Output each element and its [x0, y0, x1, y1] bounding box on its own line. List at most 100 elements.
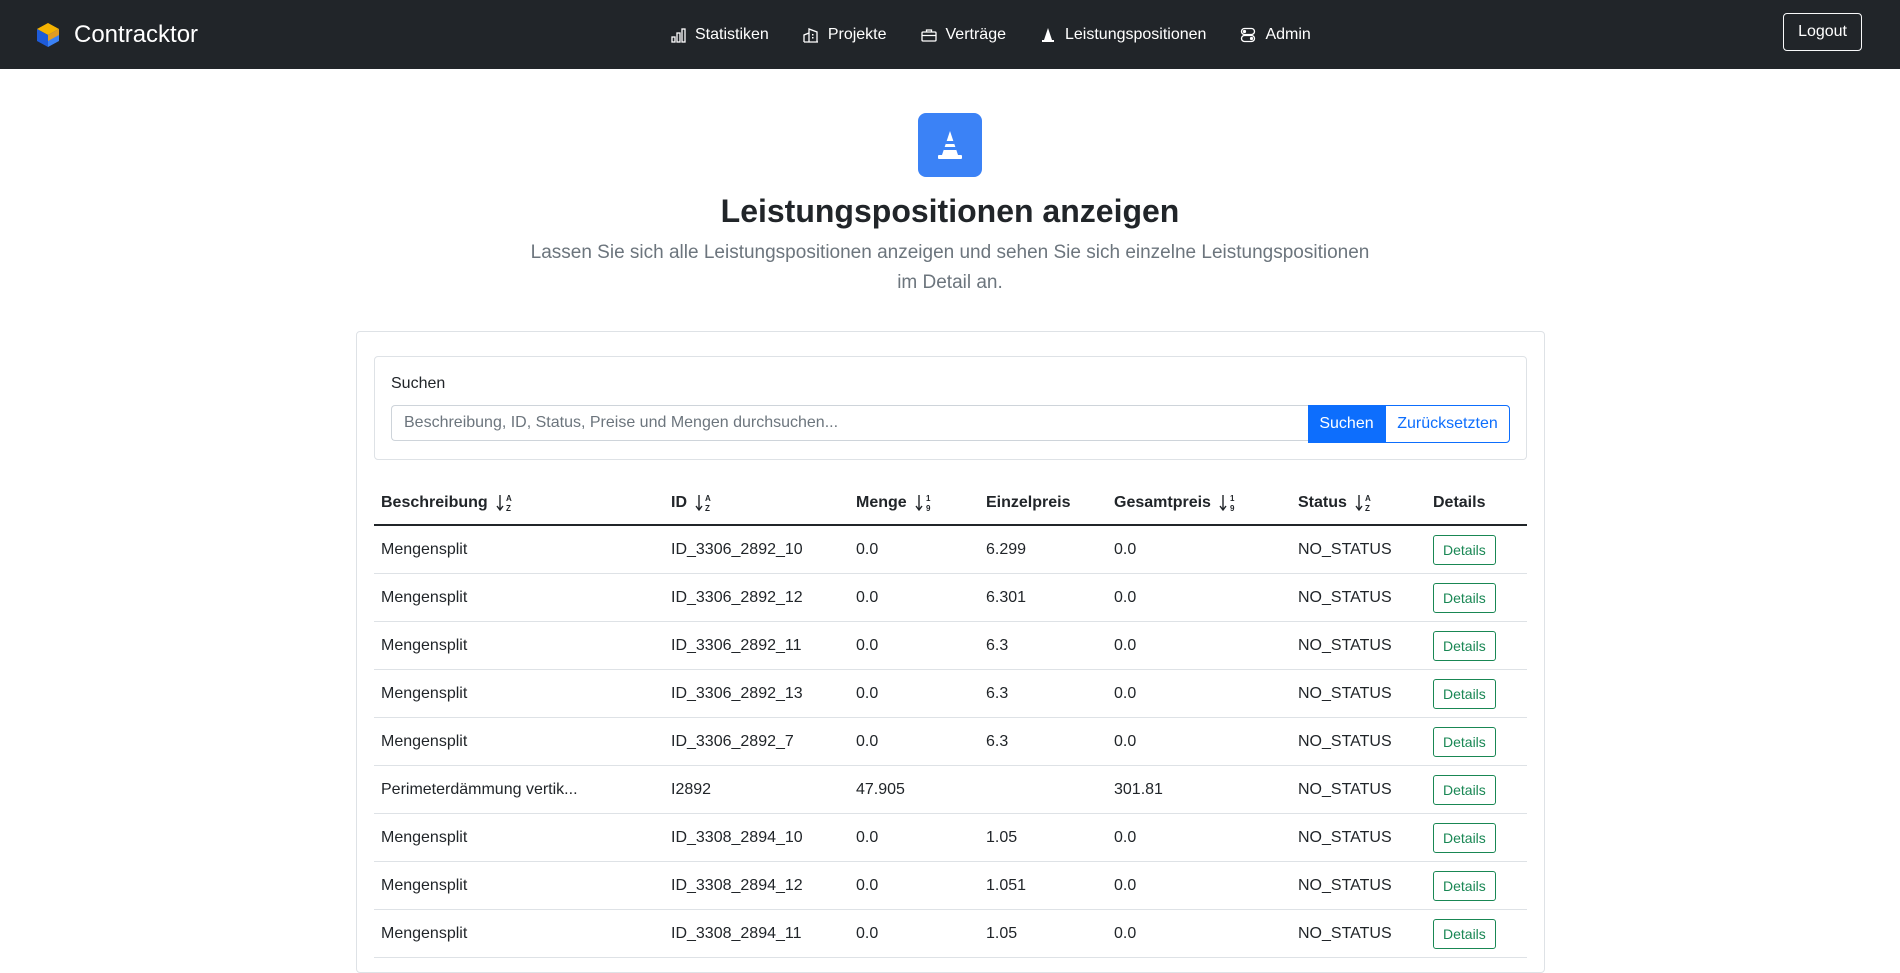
- cell-einzelpreis: 6.299: [979, 525, 1107, 574]
- details-button[interactable]: Details: [1433, 726, 1496, 757]
- nav-item-vertraege[interactable]: Verträge: [920, 25, 1006, 44]
- cell-id: ID_3308_2894_12: [664, 861, 849, 910]
- cell-menge: 0.0: [849, 525, 979, 574]
- details-button[interactable]: Details: [1433, 678, 1496, 709]
- svg-text:1: 1: [1230, 494, 1235, 503]
- brand-name: Contracktor: [74, 20, 199, 48]
- table-row: Mengensplit ID_3306_2892_7 0.0 6.3 0.0 NO_STA…: [374, 717, 1527, 766]
- table-row: Mengensplit ID_3306_2892_10 0.0 6.299 0.0 NO_…: [374, 525, 1527, 574]
- cell-id: ID_3306_2892_12: [664, 573, 849, 622]
- table-row: Perimeterdämmung vertik... I2892 47.905 301…: [374, 765, 1527, 814]
- cell-details: Details: [1426, 765, 1527, 814]
- top-navbar: Contracktor Statistiken Projekte Verträg…: [0, 0, 1900, 69]
- svg-text:A: A: [705, 494, 711, 503]
- cell-beschreibung: Mengensplit: [374, 573, 664, 622]
- reset-button[interactable]: Zurücksetzten: [1385, 405, 1510, 443]
- cell-beschreibung: Mengensplit: [374, 813, 664, 862]
- svg-text:A: A: [506, 494, 512, 503]
- cell-einzelpreis: 6.3: [979, 621, 1107, 670]
- details-button[interactable]: Details: [1433, 630, 1496, 661]
- table-row: Mengensplit ID_3308_2894_11 0.0 1.05 0.0 NO_S…: [374, 909, 1527, 958]
- details-button[interactable]: Details: [1433, 534, 1496, 565]
- cell-einzelpreis: 6.301: [979, 573, 1107, 622]
- cell-beschreibung: Mengensplit: [374, 909, 664, 958]
- sort-alpha-icon[interactable]: A Z: [1355, 493, 1373, 513]
- table-row: Mengensplit ID_3306_2892_11 0.0 6.3 0.0 NO_ST…: [374, 621, 1527, 670]
- nav-item-label: Projekte: [827, 25, 887, 43]
- cell-einzelpreis: 1.05: [979, 909, 1107, 958]
- cone-icon: [1042, 27, 1054, 42]
- cell-gesamtpreis: 0.0: [1107, 669, 1291, 718]
- header-gesamtpreis[interactable]: Gesamtpreis 1 9: [1107, 482, 1291, 526]
- cell-gesamtpreis: 0.0: [1107, 621, 1291, 670]
- svg-text:1: 1: [926, 494, 931, 503]
- table-row: Mengensplit ID_3308_2894_10 0.0 1.05 0.0 NO_S…: [374, 813, 1527, 862]
- cell-gesamtpreis: 0.0: [1107, 813, 1291, 862]
- cell-einzelpreis: 6.3: [979, 669, 1107, 718]
- cell-id: ID_3308_2894_11: [664, 909, 849, 958]
- cell-menge: 0.0: [849, 813, 979, 862]
- logo-icon: [37, 22, 59, 47]
- header-details: Details: [1426, 482, 1527, 526]
- cell-menge: 0.0: [849, 861, 979, 910]
- nav-item-admin[interactable]: Admin: [1240, 26, 1311, 44]
- details-button[interactable]: Details: [1433, 582, 1496, 613]
- sort-numeric-icon[interactable]: 1 9: [1219, 493, 1237, 513]
- cell-status: NO_STATUS: [1291, 669, 1426, 718]
- nav-item-label: Verträge: [945, 25, 1006, 43]
- cell-status: NO_STATUS: [1291, 717, 1426, 766]
- svg-text:9: 9: [1230, 504, 1235, 513]
- bar-chart-icon: [671, 27, 686, 43]
- details-button[interactable]: Details: [1433, 918, 1496, 949]
- nav-item-projekte[interactable]: Projekte: [803, 26, 887, 44]
- sort-alpha-icon[interactable]: A Z: [496, 493, 514, 513]
- cell-id: ID_3308_2894_10: [664, 813, 849, 862]
- table-header-row: Beschreibung A Z ID A Z Menge 1 9 Einzel…: [374, 482, 1527, 526]
- svg-text:Z: Z: [705, 504, 710, 513]
- cell-id: ID_3306_2892_11: [664, 621, 849, 670]
- header-einzelpreis: Einzelpreis: [979, 482, 1107, 526]
- header-status[interactable]: Status A Z: [1291, 482, 1426, 526]
- cell-beschreibung: Mengensplit: [374, 669, 664, 718]
- details-button[interactable]: Details: [1433, 870, 1496, 901]
- search-panel: Suchen Suchen Zurücksetzten: [374, 356, 1527, 460]
- cell-details: Details: [1426, 669, 1527, 718]
- cell-id: ID_3306_2892_7: [664, 717, 849, 766]
- cell-gesamtpreis: 301.81: [1107, 765, 1291, 814]
- cell-status: NO_STATUS: [1291, 813, 1426, 862]
- cell-gesamtpreis: 0.0: [1107, 573, 1291, 622]
- header-menge[interactable]: Menge 1 9: [849, 482, 979, 526]
- cell-menge: 0.0: [849, 573, 979, 622]
- cell-id: ID_3306_2892_10: [664, 525, 849, 574]
- sort-numeric-icon[interactable]: 1 9: [915, 493, 933, 513]
- cell-status: NO_STATUS: [1291, 621, 1426, 670]
- logout-button[interactable]: Logout: [1783, 13, 1862, 51]
- page-title: Leistungspositionen anzeigen: [720, 193, 1180, 229]
- nav-item-statistiken[interactable]: Statistiken: [670, 26, 769, 44]
- brand-link[interactable]: Contracktor: [36, 0, 198, 69]
- cell-beschreibung: Mengensplit: [374, 717, 664, 766]
- details-button[interactable]: Details: [1433, 822, 1496, 853]
- svg-text:Z: Z: [1365, 504, 1370, 513]
- details-button[interactable]: Details: [1433, 774, 1496, 805]
- search-input[interactable]: [391, 405, 1308, 441]
- nav-item-label: Leistungspositionen: [1065, 25, 1207, 43]
- cell-id: ID_3306_2892_13: [664, 669, 849, 718]
- cell-status: NO_STATUS: [1291, 909, 1426, 958]
- nav-item-leistungspositionen[interactable]: Leistungspositionen: [1040, 26, 1206, 44]
- svg-text:A: A: [1365, 494, 1371, 503]
- table-row: Mengensplit ID_3306_2892_13 0.0 6.3 0.0 NO_ST…: [374, 669, 1527, 718]
- page-subtitle: Lassen Sie sich alle Leistungspositionen…: [530, 242, 1370, 293]
- cell-gesamtpreis: 0.0: [1107, 525, 1291, 574]
- cell-details: Details: [1426, 909, 1527, 958]
- cell-einzelpreis: 1.051: [979, 861, 1107, 910]
- search-button[interactable]: Suchen: [1308, 405, 1385, 443]
- cell-beschreibung: Mengensplit: [374, 621, 664, 670]
- page-header: Leistungspositionen anzeigen Lassen Sie …: [0, 113, 1900, 298]
- table-body: Mengensplit ID_3306_2892_10 0.0 6.299 0.0 NO_…: [374, 525, 1527, 958]
- header-id[interactable]: ID A Z: [664, 482, 849, 526]
- cell-einzelpreis: 6.3: [979, 717, 1107, 766]
- header-beschreibung[interactable]: Beschreibung A Z: [374, 482, 664, 526]
- sort-alpha-icon[interactable]: A Z: [695, 493, 713, 513]
- content-card: Suchen Suchen Zurücksetzten Beschreibung…: [356, 331, 1545, 973]
